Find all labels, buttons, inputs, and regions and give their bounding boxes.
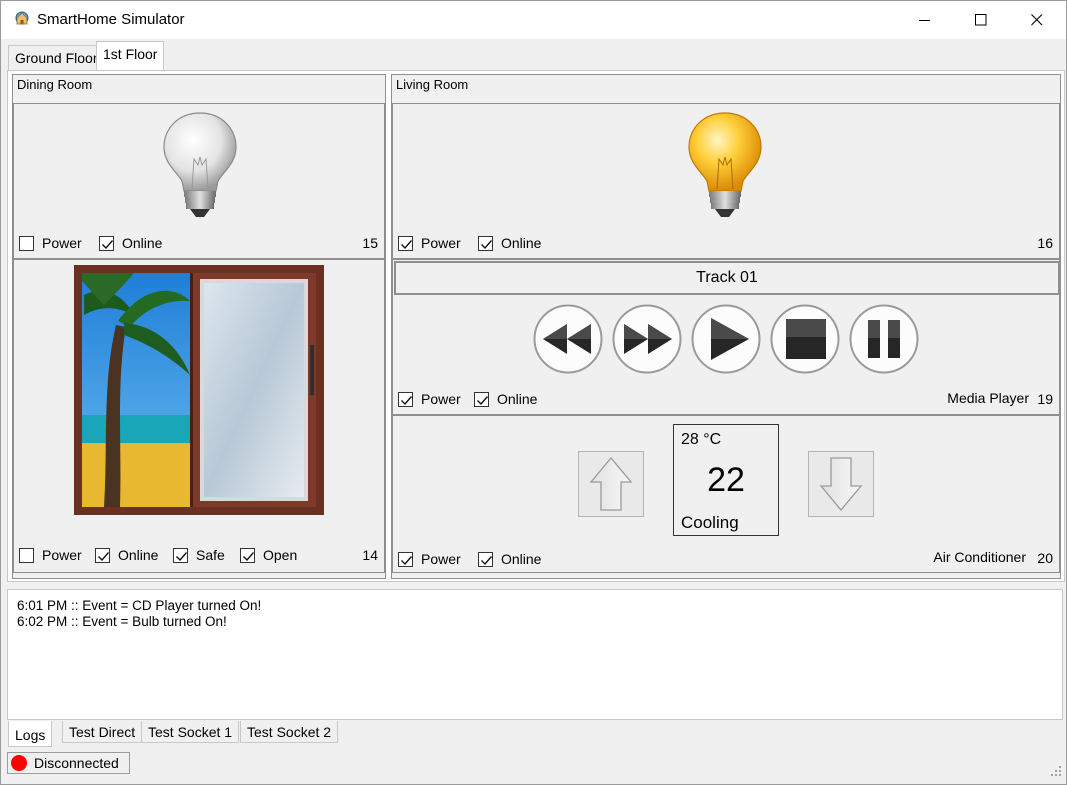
dining-bulb-panel: Power Online 15 [13, 103, 385, 259]
tab-test-direct[interactable]: Test Direct [62, 721, 143, 743]
checkbox-label: Power [421, 235, 461, 251]
power-checkbox[interactable]: Power [398, 234, 461, 252]
device-type: Air Conditioner [933, 549, 1026, 565]
device-id: 19 [1037, 391, 1053, 407]
room-title: Living Room [396, 77, 469, 92]
checkbox-label: Safe [196, 547, 225, 563]
tab-label: Logs [15, 727, 46, 743]
status-bar: Disconnected [1, 749, 1066, 784]
light-bulb-on-icon[interactable] [685, 109, 765, 224]
log-textbox[interactable]: 6:01 PM :: Event = CD Player turned On! … [7, 589, 1063, 720]
tab-logs[interactable]: Logs [8, 721, 53, 747]
online-checkbox[interactable]: Online [95, 546, 158, 564]
open-checkbox[interactable]: Open [240, 546, 297, 564]
device-id: 16 [1037, 235, 1053, 251]
device-type: Media Player [947, 390, 1029, 406]
checkbox-label: Online [501, 235, 542, 251]
checkbox-label: Power [42, 235, 82, 251]
main-window: SmartHome Simulator Ground Floor 1st Flo… [0, 0, 1067, 785]
close-button[interactable] [1014, 1, 1060, 39]
tab-test-socket-2[interactable]: Test Socket 2 [240, 721, 339, 743]
dining-window-panel: Power Online Safe Open 14 [13, 259, 385, 573]
log-entry: 6:02 PM :: Event = Bulb turned On! [17, 614, 227, 629]
light-bulb-off-icon[interactable] [160, 109, 240, 224]
pause-icon[interactable] [849, 304, 919, 374]
checkbox-checked[interactable] [398, 235, 413, 251]
ac-mode: Cooling [681, 513, 739, 532]
checkbox-unchecked[interactable] [19, 547, 34, 563]
window-title: SmartHome Simulator [37, 11, 185, 28]
media-player-panel: Track 01 Power Online Media Player 19 [392, 259, 1060, 415]
checkbox-checked[interactable] [173, 547, 188, 563]
checkbox-label: Online [118, 547, 159, 563]
living-room-group: Living Room Power Online 16 Track 01 Pow… [391, 74, 1061, 579]
tab-label: 1st Floor [103, 46, 158, 62]
tab-label: Test Direct [69, 724, 136, 740]
safe-checkbox[interactable]: Safe [173, 546, 225, 564]
power-checkbox[interactable]: Power [398, 390, 461, 408]
status-label: Disconnected [34, 755, 119, 771]
online-checkbox[interactable]: Online [478, 550, 541, 568]
checkbox-label: Online [122, 235, 163, 251]
checkbox-label: Open [263, 547, 298, 563]
device-id: 20 [1037, 550, 1053, 566]
tab-1st-floor[interactable]: 1st Floor [96, 41, 165, 71]
tab-label: Test Socket 2 [247, 724, 332, 740]
window-open-image[interactable] [74, 265, 324, 518]
current-temperature: 28 °C [681, 431, 722, 448]
status-indicator-icon [11, 755, 27, 771]
online-checkbox[interactable]: Online [99, 234, 162, 252]
target-temperature: 22 [707, 461, 745, 499]
living-bulb-panel: Power Online 16 [392, 103, 1060, 259]
fast-forward-icon[interactable] [612, 304, 682, 374]
dining-room-group: Dining Room Power Online 15 Power Online… [12, 74, 386, 579]
title-bar: SmartHome Simulator [1, 1, 1066, 39]
checkbox-label: Online [497, 391, 538, 407]
air-conditioner-panel: 28 °C 22 Cooling Power Online Air Condit… [392, 415, 1060, 573]
power-checkbox[interactable]: Power [398, 550, 461, 568]
power-checkbox[interactable]: Power [19, 234, 82, 252]
checkbox-checked[interactable] [478, 551, 493, 567]
rewind-icon[interactable] [533, 304, 603, 374]
tab-ground-floor[interactable]: Ground Floor [8, 45, 105, 71]
checkbox-label: Power [42, 547, 82, 563]
floor-tab-page: Dining Room Power Online 15 Power Online… [7, 70, 1065, 582]
checkbox-checked[interactable] [240, 547, 255, 563]
play-icon[interactable] [691, 304, 761, 374]
resize-grip-icon[interactable] [1050, 764, 1062, 780]
tab-label: Ground Floor [15, 50, 98, 66]
track-label: Track 01 [394, 261, 1060, 295]
stop-icon[interactable] [770, 304, 840, 374]
device-id: 15 [362, 235, 378, 251]
app-icon [13, 10, 31, 28]
online-checkbox[interactable]: Online [474, 390, 537, 408]
checkbox-checked[interactable] [99, 235, 114, 251]
log-entry: 6:01 PM :: Event = CD Player turned On! [17, 598, 262, 613]
arrow-down-icon [819, 457, 863, 512]
power-checkbox[interactable]: Power [19, 546, 82, 564]
temperature-up-button[interactable] [578, 451, 644, 517]
minimize-button[interactable] [902, 1, 948, 39]
checkbox-checked[interactable] [398, 391, 413, 407]
checkbox-unchecked[interactable] [19, 235, 34, 251]
checkbox-checked[interactable] [398, 551, 413, 567]
connection-status-button[interactable]: Disconnected [7, 752, 130, 774]
checkbox-label: Power [421, 391, 461, 407]
checkbox-checked[interactable] [474, 391, 489, 407]
tab-label: Test Socket 1 [148, 724, 233, 740]
maximize-button[interactable] [958, 1, 1004, 39]
checkbox-label: Power [421, 551, 461, 567]
checkbox-checked[interactable] [478, 235, 493, 251]
checkbox-label: Online [501, 551, 542, 567]
checkbox-checked[interactable] [95, 547, 110, 563]
room-title: Dining Room [17, 77, 93, 92]
arrow-up-icon [589, 456, 633, 511]
online-checkbox[interactable]: Online [478, 234, 541, 252]
temperature-down-button[interactable] [808, 451, 874, 517]
tab-test-socket-1[interactable]: Test Socket 1 [141, 721, 240, 743]
device-id: 14 [362, 547, 378, 563]
ac-display: 28 °C 22 Cooling [673, 424, 779, 536]
